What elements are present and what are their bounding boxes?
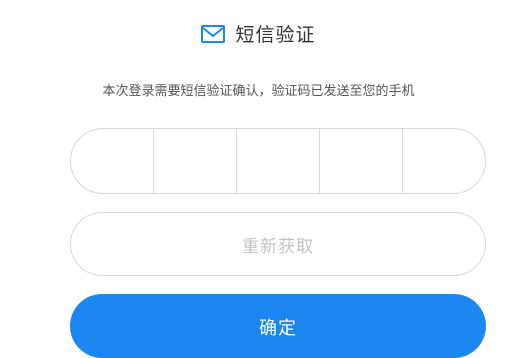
mail-icon <box>201 24 226 43</box>
confirm-button[interactable]: 确定 <box>70 294 486 358</box>
resend-code-button[interactable]: 重新获取 <box>70 212 486 276</box>
dialog-header: 短信验证 <box>0 20 517 47</box>
dialog-title: 短信验证 <box>235 24 316 46</box>
verification-hint: 本次登录需要短信验证确认，验证码已发送至您的手机 <box>102 84 415 99</box>
sms-code-input[interactable] <box>70 128 486 194</box>
code-digit-2[interactable] <box>154 129 237 193</box>
code-digit-5[interactable] <box>403 129 485 193</box>
code-digit-3[interactable] <box>237 129 320 193</box>
code-digit-4[interactable] <box>320 129 403 193</box>
code-digit-1[interactable] <box>71 129 154 193</box>
